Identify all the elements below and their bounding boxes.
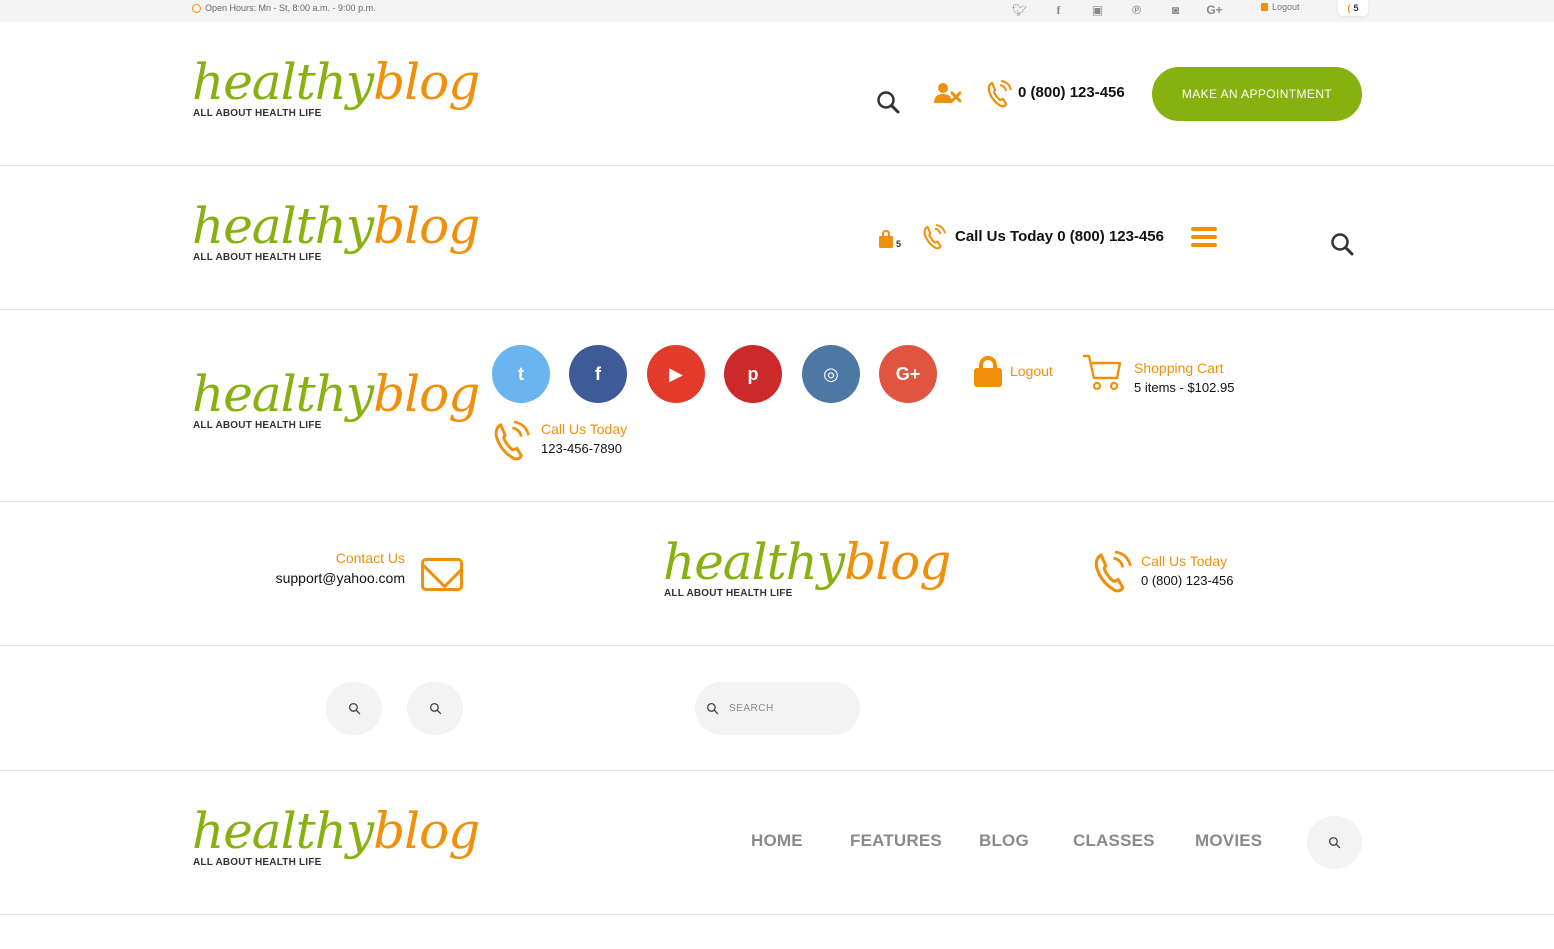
search-variants bbox=[0, 646, 1554, 771]
shopping-cart-icon[interactable] bbox=[1082, 352, 1122, 394]
logo-word-green: healthy bbox=[663, 533, 845, 591]
twitter-icon[interactable]: t bbox=[492, 345, 550, 403]
logo[interactable]: healthyblog ALL ABOUT HEALTH LIFE bbox=[192, 802, 480, 881]
logo-word-green: healthy bbox=[192, 197, 374, 255]
phone-icon bbox=[986, 80, 1012, 108]
instagram-icon[interactable]: ◎ bbox=[802, 345, 860, 403]
header-variant-3: healthyblog ALL ABOUT HEALTH LIFE t f ▶ … bbox=[0, 310, 1554, 502]
topbar-logout-link[interactable]: Logout bbox=[1261, 2, 1300, 12]
search-icon bbox=[348, 702, 360, 715]
search-field[interactable] bbox=[695, 682, 860, 735]
youtube-icon[interactable]: ▣ bbox=[1078, 1, 1117, 19]
call-us-title: Call Us Today bbox=[1141, 553, 1228, 569]
search-icon[interactable] bbox=[1330, 232, 1354, 256]
call-us-number: 0 (800) 123-456 bbox=[1141, 573, 1234, 588]
top-bar: Open Hours: Mn - St, 8:00 a.m. - 9:00 p.… bbox=[0, 0, 1554, 22]
nav-home[interactable]: HOME bbox=[751, 831, 803, 851]
logo-word-green: healthy bbox=[192, 802, 374, 860]
topbar-cart-count: 5 bbox=[1353, 3, 1359, 13]
phone-icon bbox=[1092, 550, 1132, 594]
header-variant-6: healthyblog ALL ABOUT HEALTH LIFE HOME F… bbox=[0, 771, 1554, 915]
header-variant-1: healthyblog ALL ABOUT HEALTH LIFE 0 (800… bbox=[0, 22, 1554, 166]
logo-word-orange: blog bbox=[373, 53, 480, 111]
logo-word-orange: blog bbox=[373, 365, 480, 423]
nav-features[interactable]: FEATURES bbox=[850, 831, 942, 851]
shopping-cart-title[interactable]: Shopping Cart bbox=[1134, 360, 1224, 376]
logo-word-green: healthy bbox=[192, 53, 374, 111]
search-button[interactable] bbox=[407, 682, 463, 735]
clock-icon bbox=[192, 3, 201, 13]
contact-us-title: Contact Us bbox=[335, 550, 405, 566]
topbar-logout-label: Logout bbox=[1272, 2, 1300, 12]
header-phone: 0 (800) 123-456 bbox=[1018, 84, 1125, 101]
search-button[interactable] bbox=[326, 682, 382, 735]
logo-word-orange: blog bbox=[373, 802, 480, 860]
user-remove-icon[interactable] bbox=[934, 82, 962, 104]
logo-tagline: ALL ABOUT HEALTH LIFE bbox=[193, 108, 322, 119]
youtube-icon[interactable]: ▶ bbox=[647, 345, 705, 403]
call-us-number: 123-456-7890 bbox=[541, 441, 622, 456]
logo[interactable]: healthyblog ALL ABOUT HEALTH LIFE bbox=[192, 197, 480, 276]
nav-movies[interactable]: MOVIES bbox=[1195, 831, 1262, 851]
cart-count-badge: 5 bbox=[896, 239, 902, 249]
search-input[interactable] bbox=[729, 703, 849, 714]
header-variant-4: Contact Us support@yahoo.com healthyblog… bbox=[0, 502, 1554, 646]
envelope-icon bbox=[421, 558, 463, 591]
logo-word-orange: blog bbox=[844, 533, 951, 591]
hamburger-menu-icon[interactable] bbox=[1191, 227, 1217, 247]
open-hours: Open Hours: Mn - St, 8:00 a.m. - 9:00 p.… bbox=[192, 3, 376, 13]
topbar-social-links: 🐦︎ f ▣ ℗ ◙ G+ bbox=[1000, 1, 1234, 19]
open-hours-text: Open Hours: Mn - St, 8:00 a.m. - 9:00 p.… bbox=[205, 3, 376, 13]
facebook-icon[interactable]: f bbox=[569, 345, 627, 403]
shopping-bag-icon[interactable] bbox=[878, 230, 894, 248]
search-icon[interactable] bbox=[876, 90, 900, 114]
header-variant-2: healthyblog ALL ABOUT HEALTH LIFE 5 Call… bbox=[0, 166, 1554, 310]
logo-tagline: ALL ABOUT HEALTH LIFE bbox=[193, 420, 322, 431]
lock-icon bbox=[1261, 3, 1268, 11]
logo-word-orange: blog bbox=[373, 197, 480, 255]
logo-word-green: healthy bbox=[192, 365, 374, 423]
bag-icon: ( bbox=[1347, 3, 1351, 13]
make-appointment-button[interactable]: MAKE AN APPOINTMENT bbox=[1152, 67, 1362, 121]
contact-email[interactable]: support@yahoo.com bbox=[200, 570, 405, 586]
nav-blog[interactable]: BLOG bbox=[979, 831, 1029, 851]
nav-classes[interactable]: CLASSES bbox=[1073, 831, 1155, 851]
call-us-text: Call Us Today 0 (800) 123-456 bbox=[955, 228, 1164, 245]
twitter-icon[interactable]: 🐦︎ bbox=[1000, 1, 1039, 19]
logo[interactable]: healthyblog ALL ABOUT HEALTH LIFE bbox=[663, 533, 951, 612]
pinterest-icon[interactable]: p bbox=[724, 345, 782, 403]
call-us-title: Call Us Today bbox=[541, 421, 628, 437]
google-plus-icon[interactable]: G+ bbox=[1195, 1, 1234, 19]
pinterest-icon[interactable]: ℗ bbox=[1117, 1, 1156, 19]
google-plus-icon[interactable]: G+ bbox=[879, 345, 937, 403]
search-icon bbox=[1328, 836, 1341, 849]
logo-tagline: ALL ABOUT HEALTH LIFE bbox=[193, 252, 322, 263]
facebook-icon[interactable]: f bbox=[1039, 1, 1078, 19]
logo-tagline: ALL ABOUT HEALTH LIFE bbox=[664, 588, 793, 599]
logout-link[interactable]: Logout bbox=[1010, 363, 1053, 379]
logo-tagline: ALL ABOUT HEALTH LIFE bbox=[193, 857, 322, 868]
logo[interactable]: healthyblog ALL ABOUT HEALTH LIFE bbox=[192, 365, 480, 444]
phone-icon bbox=[492, 420, 530, 462]
topbar-cart[interactable]: ( 5 bbox=[1338, 0, 1368, 16]
search-icon bbox=[429, 702, 441, 715]
logo[interactable]: healthyblog ALL ABOUT HEALTH LIFE bbox=[192, 53, 480, 132]
phone-icon bbox=[922, 224, 946, 250]
lock-icon bbox=[974, 356, 1002, 387]
search-button[interactable] bbox=[1307, 816, 1362, 869]
instagram-icon[interactable]: ◙ bbox=[1156, 1, 1195, 19]
shopping-cart-summary: 5 items - $102.95 bbox=[1134, 380, 1235, 395]
search-icon bbox=[705, 702, 719, 715]
